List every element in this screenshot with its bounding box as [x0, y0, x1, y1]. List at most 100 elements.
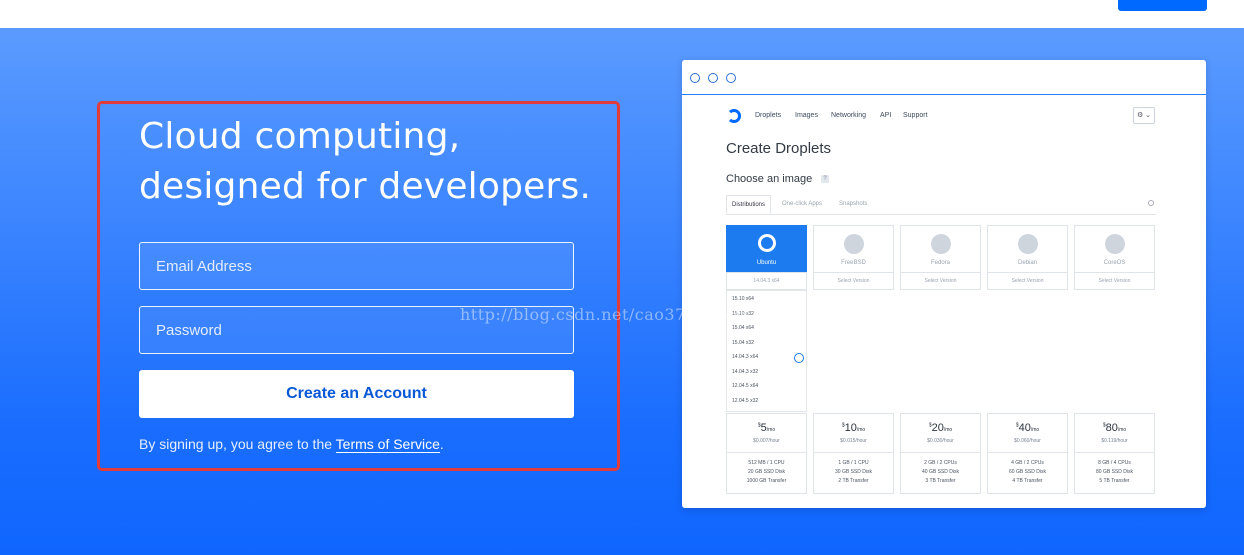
price-spec: 4 TB Transfer — [1012, 478, 1043, 484]
price-value: 20 — [931, 422, 944, 434]
mock-section-title: Choose an image — [726, 173, 813, 185]
price-hourly: $0.060/hour — [1014, 438, 1041, 444]
tab-distributions: Distributions — [726, 195, 772, 214]
price-value: 40 — [1018, 422, 1031, 434]
nav-networking: Networking — [831, 112, 867, 119]
version-option: 15.04 x32 — [732, 340, 754, 346]
freebsd-icon — [844, 234, 864, 254]
price-card: $40/mo $0.060/hour 4 GB / 2 CPUs 60 GB S… — [987, 413, 1068, 494]
price-spec: 3 TB Transfer — [925, 478, 956, 484]
headline-line-2: designed for developers. — [139, 166, 592, 207]
price-spec: 1 GB / 1 CPU — [838, 460, 869, 466]
check-icon — [794, 353, 804, 363]
distro-name: Fedora — [930, 260, 950, 266]
price-spec: 30 GB SSD Disk — [835, 469, 872, 475]
ubuntu-icon — [758, 234, 776, 252]
price-spec: 60 GB SSD Disk — [1009, 469, 1046, 475]
terms-notice: By signing up, you agree to the Terms of… — [139, 436, 444, 453]
version-option: 14.04.3 x64 — [732, 354, 759, 360]
version-option: 15.10 x64 — [732, 296, 754, 302]
price-card: $5/mo $0.007/hour 512 MB / 1 CPU 20 GB S… — [726, 413, 807, 494]
price-amount: $40/mo — [1015, 422, 1040, 434]
price-hourly: $0.030/hour — [927, 438, 954, 444]
divider — [1075, 452, 1154, 453]
price-spec: 8 GB / 4 CPUs — [1098, 460, 1131, 466]
terms-prefix: By signing up, you agree to the — [139, 436, 336, 452]
nav-droplets: Droplets — [755, 112, 782, 119]
top-signup-button[interactable] — [1118, 0, 1207, 11]
price-card: $80/mo $0.119/hour 8 GB / 4 CPUs 80 GB S… — [1074, 413, 1155, 494]
distro-name: Debian — [1017, 260, 1037, 266]
price-spec: 40 GB SSD Disk — [922, 469, 959, 475]
distro-name: FreeBSD — [841, 260, 866, 266]
debian-icon — [1018, 234, 1038, 254]
image-tabs: Distributions One-click Apps Snapshots — [726, 195, 1156, 215]
price-hourly: $0.007/hour — [753, 438, 780, 444]
coreos-icon — [1105, 234, 1125, 254]
logo-icon — [727, 109, 741, 123]
distro-version-select: Select Version — [1074, 272, 1155, 290]
top-navigation-bar — [0, 0, 1244, 28]
window-dot-icon — [726, 73, 736, 83]
distro-card-freebsd: FreeBSD Select Version — [813, 225, 894, 290]
window-titlebar — [682, 60, 1206, 95]
price-amount: $5/mo — [757, 422, 776, 434]
refresh-icon — [1148, 200, 1154, 206]
distro-version-select: Select Version — [987, 272, 1068, 290]
distro-version-select: 14.04.3 x64 — [726, 272, 807, 290]
price-spec: 5 TB Transfer — [1099, 478, 1130, 484]
distro-card-ubuntu: Ubuntu 14.04.3 x64 — [726, 225, 807, 290]
price-spec: 4 GB / 2 CPUs — [1011, 460, 1044, 466]
create-account-button[interactable]: Create an Account — [139, 370, 574, 418]
nav-api: API — [880, 112, 892, 119]
window-dot-icon — [690, 73, 700, 83]
terms-of-service-link[interactable]: Terms of Service — [335, 436, 440, 453]
hero-headline: Cloud computing, designed for developers… — [139, 112, 609, 212]
version-option: 14.04.3 x32 — [732, 369, 759, 375]
divider — [727, 452, 806, 453]
distro-name: CoreOS — [1103, 260, 1126, 266]
price-value: 10 — [844, 422, 857, 434]
distro-card-fedora: Fedora Select Version — [900, 225, 981, 290]
hero-section: Cloud computing, designed for developers… — [0, 28, 1244, 555]
help-icon: ? — [821, 175, 829, 183]
window-dot-icon — [708, 73, 718, 83]
product-preview-window: Droplets Images Networking API Support ⚙… — [682, 60, 1206, 508]
price-card: $20/mo $0.030/hour 2 GB / 2 CPUs 40 GB S… — [900, 413, 981, 494]
tab-snapshots: Snapshots — [839, 201, 868, 207]
distro-card-coreos: CoreOS Select Version — [1074, 225, 1155, 290]
divider — [901, 452, 980, 453]
distro-card-debian: Debian Select Version — [987, 225, 1068, 290]
nav-images: Images — [795, 112, 818, 119]
price-spec: 80 GB SSD Disk — [1096, 469, 1133, 475]
price-amount: $10/mo — [841, 422, 866, 434]
price-spec: 512 MB / 1 CPU — [748, 460, 785, 466]
price-spec: 20 GB SSD Disk — [748, 469, 785, 475]
version-option: 12.04.5 x64 — [732, 383, 759, 389]
price-hourly: $0.015/hour — [840, 438, 867, 444]
gear-icon: ⚙ ⌄ — [1133, 107, 1155, 124]
price-value: 80 — [1105, 422, 1118, 434]
tab-one-click-apps: One-click Apps — [782, 201, 823, 207]
price-spec: 2 TB Transfer — [838, 478, 869, 484]
divider — [814, 452, 893, 453]
distro-version-select: Select Version — [813, 272, 894, 290]
price-spec: 2 GB / 2 CPUs — [924, 460, 957, 466]
distro-name: Ubuntu — [756, 260, 777, 266]
version-option: 15.04 x64 — [732, 325, 754, 331]
price-amount: $20/mo — [928, 422, 953, 434]
distro-version-select: Select Version — [900, 272, 981, 290]
nav-support: Support — [903, 112, 928, 119]
divider — [988, 452, 1067, 453]
price-hourly: $0.119/hour — [1101, 438, 1128, 444]
terms-suffix: . — [439, 436, 444, 452]
price-spec: 1000 GB Transfer — [746, 478, 787, 484]
version-option: 12.04.5 x32 — [732, 398, 759, 404]
fedora-icon — [931, 234, 951, 254]
headline-line-1: Cloud computing, — [139, 116, 461, 157]
price-amount: $80/mo — [1102, 422, 1127, 434]
mock-page-title: Create Droplets — [726, 140, 832, 157]
email-field[interactable] — [139, 242, 574, 290]
blog-watermark: http://blog.csdn.net/cao3743138832 — [460, 305, 772, 324]
price-card: $10/mo $0.015/hour 1 GB / 1 CPU 30 GB SS… — [813, 413, 894, 494]
